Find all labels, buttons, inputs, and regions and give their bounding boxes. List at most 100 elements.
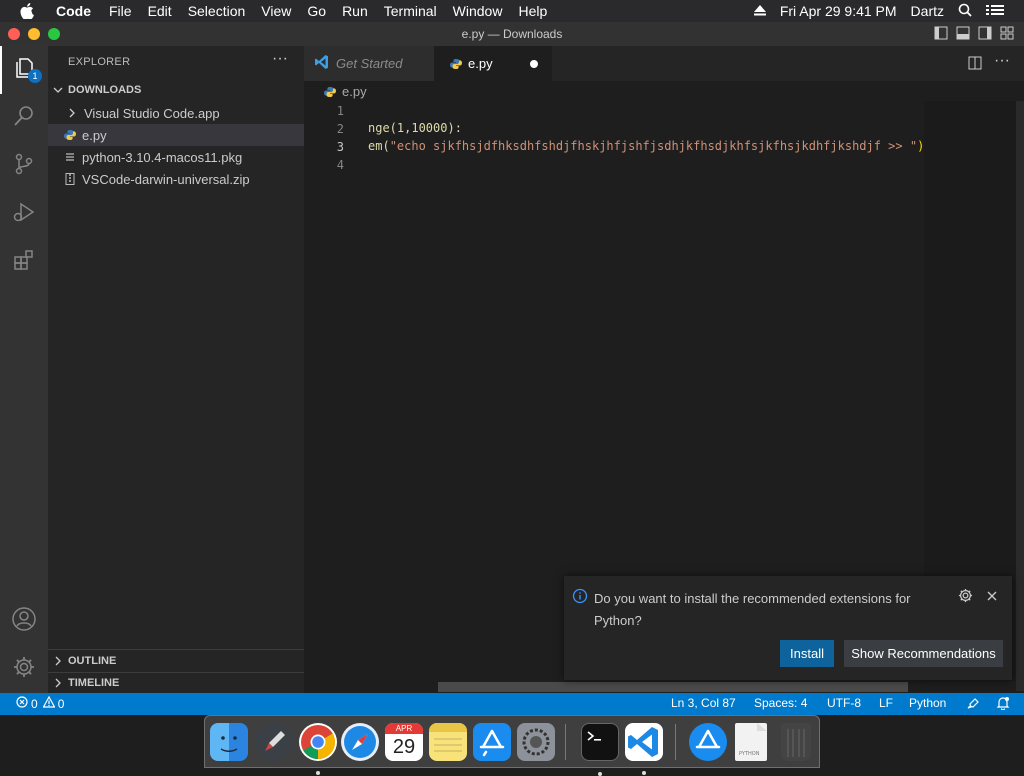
close-icon[interactable] — [986, 590, 998, 605]
menu-selection[interactable]: Selection — [180, 3, 254, 19]
tab-e-py[interactable]: e.py — [434, 46, 552, 81]
unsaved-dot-icon[interactable] — [530, 60, 538, 68]
svg-text:PYTHON: PYTHON — [739, 751, 760, 757]
chevron-right-icon — [48, 656, 68, 666]
vscode-logo-icon — [314, 54, 330, 73]
code-line-3[interactable]: em("echo sjkfhsjdfhksdhfshdjfhskjhfjshfj… — [368, 139, 924, 153]
tab-bar: Get Started e.py ··· — [304, 46, 1024, 81]
menubar-clock[interactable]: Fri Apr 29 9:41 PM — [780, 3, 897, 19]
python-file-icon — [324, 86, 336, 98]
title-bar: e.py — Downloads — [0, 22, 1024, 46]
terminal-icon[interactable] — [581, 723, 619, 776]
tree-item-e-py[interactable]: e.py — [48, 124, 304, 146]
cursor-position[interactable]: Ln 3, Col 87 — [671, 696, 736, 710]
calendar-day: 29 — [392, 736, 416, 758]
running-indicator — [642, 771, 646, 775]
toggle-panel-icon[interactable] — [956, 26, 970, 43]
split-editor-icon[interactable] — [968, 56, 982, 75]
gear-icon[interactable] — [958, 588, 973, 606]
toggle-secondary-sidebar-icon[interactable] — [978, 26, 992, 43]
code-token-function: em( — [368, 139, 390, 153]
timeline-section-header[interactable]: TIMELINE — [48, 672, 304, 694]
menu-run[interactable]: Run — [334, 3, 376, 19]
outline-label: OUTLINE — [68, 655, 117, 667]
chevron-down-icon — [48, 85, 68, 95]
python-file-icon — [450, 58, 462, 70]
accounts-activity-button[interactable] — [0, 597, 48, 645]
eject-icon[interactable] — [753, 3, 766, 19]
toggle-sidebar-icon[interactable] — [934, 26, 948, 43]
manage-activity-button[interactable] — [0, 645, 48, 693]
python-pkg-document-icon[interactable]: PYTHON — [735, 723, 767, 761]
notifications-bell-icon[interactable] — [996, 696, 1010, 710]
python-file-icon — [62, 127, 78, 143]
tab-get-started[interactable]: Get Started — [304, 46, 434, 81]
source-control-activity-button[interactable] — [0, 142, 48, 190]
outline-section-header[interactable]: OUTLINE — [48, 650, 304, 672]
breadcrumb[interactable]: e.py — [324, 84, 367, 99]
menu-app-code[interactable]: Code — [52, 3, 101, 19]
tree-item-vscode-zip[interactable]: VSCode-darwin-universal.zip — [48, 168, 304, 190]
line-number-4: 4 — [336, 158, 344, 172]
app-store-icon[interactable] — [473, 723, 511, 761]
feedback-icon[interactable] — [966, 696, 980, 710]
status-bar: 0 0 Ln 3, Col 87 Spaces: 4 UTF-8 LF Pyth… — [0, 693, 1024, 715]
trash-icon[interactable] — [781, 723, 811, 761]
code-line-2[interactable]: nge(1,10000): — [368, 121, 462, 135]
menubar-user[interactable]: Dartz — [911, 3, 944, 19]
generic-file-icon — [62, 149, 78, 165]
calendar-icon[interactable]: APR 29 — [385, 723, 423, 761]
explorer-sidebar: EXPLORER ··· DOWNLOADS Visual Studio Cod… — [48, 46, 304, 693]
menu-go[interactable]: Go — [299, 3, 334, 19]
extensions-activity-button[interactable] — [0, 238, 48, 286]
vertical-scrollbar[interactable] — [1016, 101, 1024, 691]
more-actions-icon[interactable]: ··· — [994, 52, 1010, 70]
horizontal-scrollbar[interactable] — [438, 682, 908, 692]
launchpad-icon[interactable] — [255, 723, 293, 761]
breadcrumb-file[interactable]: e.py — [342, 84, 367, 99]
menu-file[interactable]: File — [101, 3, 140, 19]
timeline-label: TIMELINE — [68, 677, 120, 689]
tree-item-python-pkg[interactable]: python-3.10.4-macos11.pkg — [48, 146, 304, 168]
app-store-download-icon[interactable] — [689, 723, 727, 761]
menu-terminal[interactable]: Terminal — [376, 3, 445, 19]
folder-header-downloads[interactable]: DOWNLOADS — [48, 79, 304, 101]
tree-item-vscode-app[interactable]: Visual Studio Code.app — [48, 102, 304, 124]
zip-file-icon — [62, 171, 78, 187]
safari-icon[interactable] — [341, 723, 379, 761]
install-button[interactable]: Install — [780, 640, 834, 667]
folder-name: DOWNLOADS — [68, 84, 142, 96]
error-icon — [16, 696, 28, 711]
warning-count: 0 — [57, 696, 65, 711]
language-mode[interactable]: Python — [909, 696, 946, 710]
search-icon — [12, 104, 36, 133]
menu-view[interactable]: View — [253, 3, 299, 19]
encoding-setting[interactable]: UTF-8 — [827, 696, 861, 710]
tab-label: e.py — [468, 56, 493, 71]
apple-icon[interactable] — [20, 3, 40, 19]
vscode-icon[interactable] — [625, 723, 663, 775]
notification-message: Do you want to install the recommended e… — [594, 591, 911, 628]
notes-icon[interactable] — [429, 723, 467, 761]
run-debug-activity-button[interactable] — [0, 190, 48, 238]
running-indicator — [598, 772, 602, 776]
indentation-setting[interactable]: Spaces: 4 — [754, 696, 807, 710]
menu-help[interactable]: Help — [510, 3, 555, 19]
system-preferences-icon[interactable] — [517, 723, 555, 761]
finder-icon[interactable] — [210, 723, 248, 761]
warning-icon — [42, 695, 56, 711]
customize-layout-icon[interactable] — [1000, 26, 1014, 43]
tab-label: Get Started — [336, 56, 403, 71]
explorer-badge: 1 — [28, 69, 42, 83]
problems-indicator[interactable]: 0 0 — [16, 695, 65, 711]
eol-setting[interactable]: LF — [879, 696, 893, 710]
spotlight-search-icon[interactable] — [958, 3, 972, 20]
chrome-icon[interactable] — [299, 723, 337, 775]
menu-window[interactable]: Window — [445, 3, 511, 19]
more-actions-button[interactable]: ··· — [272, 50, 288, 68]
search-activity-button[interactable] — [0, 94, 48, 142]
show-recommendations-button[interactable]: Show Recommendations — [844, 640, 1003, 667]
explorer-activity-button[interactable]: 1 — [0, 46, 48, 94]
control-center-icon[interactable] — [986, 3, 1004, 19]
menu-edit[interactable]: Edit — [140, 3, 180, 19]
